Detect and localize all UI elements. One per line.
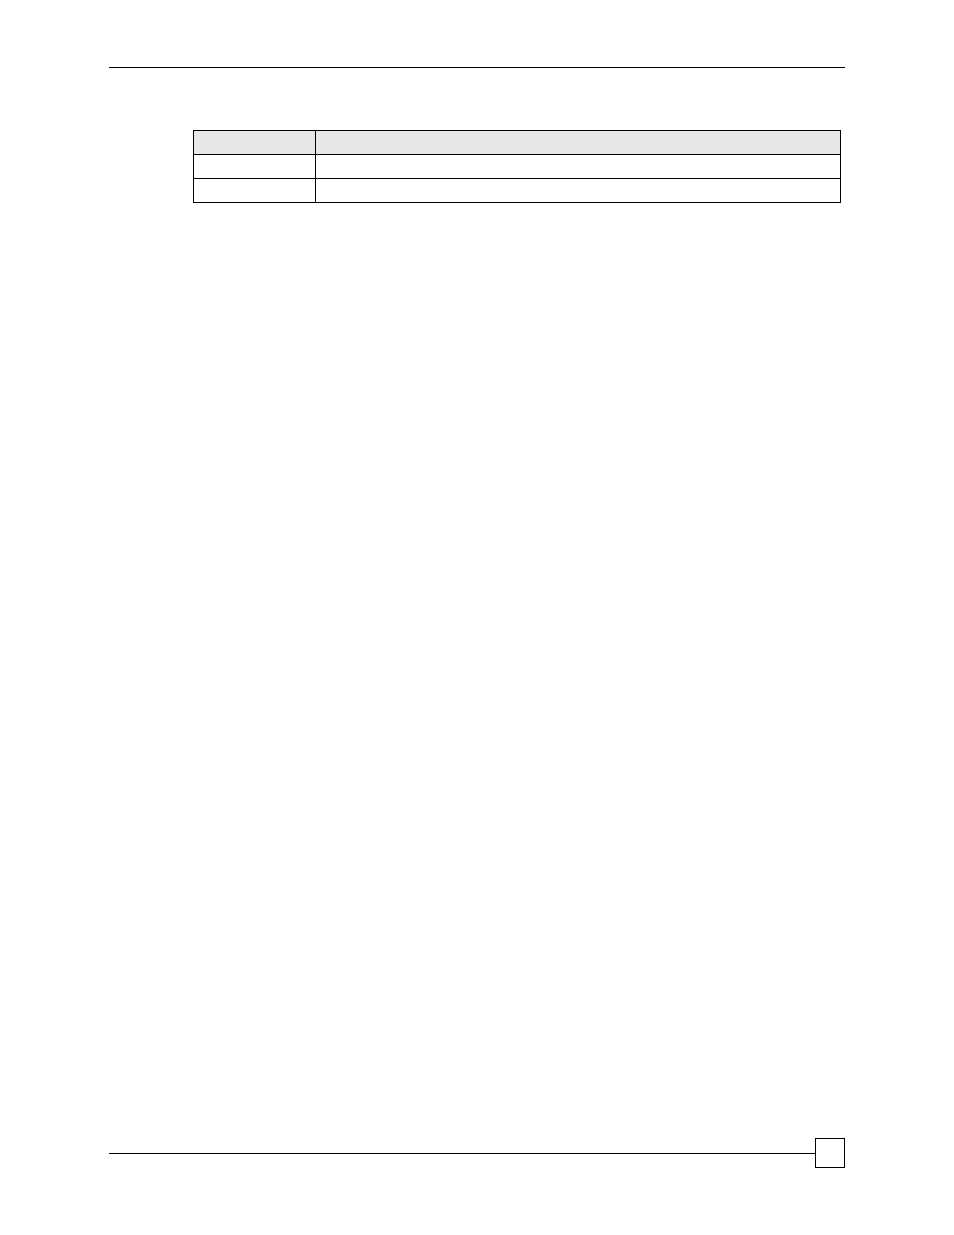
bottom-horizontal-rule	[109, 1153, 815, 1154]
table-cell	[194, 155, 316, 179]
page-number-box	[815, 1138, 845, 1168]
table-cell	[194, 179, 316, 203]
content-table	[193, 130, 841, 203]
top-horizontal-rule	[109, 67, 845, 68]
table-row	[194, 155, 841, 179]
table-cell	[315, 155, 840, 179]
table-row	[194, 179, 841, 203]
document-page	[0, 0, 954, 1235]
table-header-cell	[194, 131, 316, 155]
table-cell	[315, 179, 840, 203]
table-header-cell	[315, 131, 840, 155]
table-header-row	[194, 131, 841, 155]
